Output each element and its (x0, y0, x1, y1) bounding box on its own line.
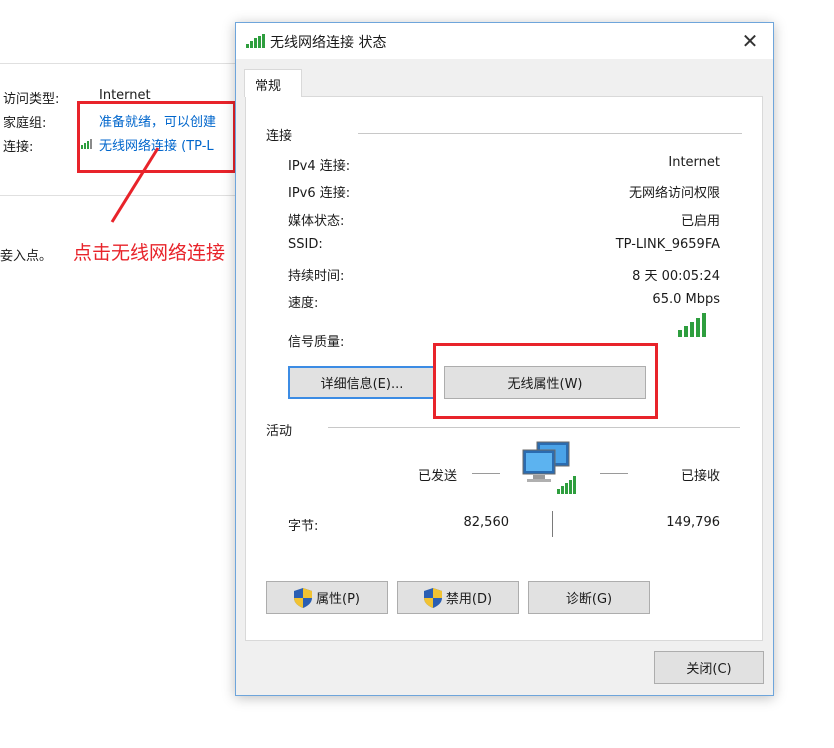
bytes-label: 字节: (288, 519, 319, 534)
speed-value: 65.0 Mbps (652, 292, 720, 307)
diagnose-button[interactable]: 诊断(G) (528, 581, 650, 614)
details-button[interactable]: 详细信息(E)... (288, 366, 436, 399)
ipv6-value: 无网络访问权限 (628, 186, 720, 201)
tab-general[interactable]: 常规 (244, 69, 302, 97)
tab-general-label: 常规 (255, 79, 282, 94)
annotation-text: 点击无线网络连接 (73, 242, 226, 264)
connection-group-title: 连接 (266, 129, 293, 144)
speed-label: 速度: (288, 296, 319, 311)
shield-icon (423, 587, 442, 608)
ssid-value: TP-LINK_9659FA (615, 237, 720, 252)
ssid-label: SSID: (288, 237, 323, 252)
highlight-box-wireless-properties (433, 343, 658, 419)
close-icon[interactable]: ✕ (727, 23, 773, 59)
bytes-received-value: 149,796 (666, 515, 720, 530)
received-label: 已接收 (680, 469, 720, 484)
received-dash (600, 473, 628, 474)
wifi-signal-icon (246, 34, 265, 48)
sent-label: 已发送 (418, 469, 458, 484)
disable-button-label: 禁用(D) (445, 592, 493, 607)
dialog-title: 无线网络连接 状态 (270, 35, 387, 51)
properties-button-label: 属性(P) (316, 592, 360, 607)
connection-group-line (358, 133, 742, 134)
ipv6-label: IPv6 连接: (288, 186, 351, 201)
bytes-sent-value: 82,560 (463, 515, 510, 530)
ipv4-value: Internet (668, 155, 720, 170)
duration-label: 持续时间: (288, 269, 345, 284)
network-computers-icon (522, 441, 576, 494)
signal-quality-label: 信号质量: (288, 335, 345, 350)
ipv4-label: IPv4 连接: (288, 159, 351, 174)
properties-button[interactable]: 属性(P) (266, 581, 388, 614)
dialog-titlebar[interactable]: 无线网络连接 状态 ✕ (236, 23, 773, 59)
signal-quality-icon (678, 313, 706, 337)
close-button[interactable]: 关闭(C) (654, 651, 764, 684)
activity-group-title: 活动 (266, 424, 293, 439)
sent-dash (472, 473, 500, 474)
duration-value: 8 天 00:05:24 (632, 269, 720, 284)
bytes-divider (552, 511, 553, 537)
media-state-value: 已启用 (680, 214, 720, 229)
shield-icon (294, 587, 312, 608)
activity-group-line (328, 427, 740, 428)
disable-button[interactable]: 禁用(D) (397, 581, 519, 614)
media-state-label: 媒体状态: (288, 214, 345, 229)
